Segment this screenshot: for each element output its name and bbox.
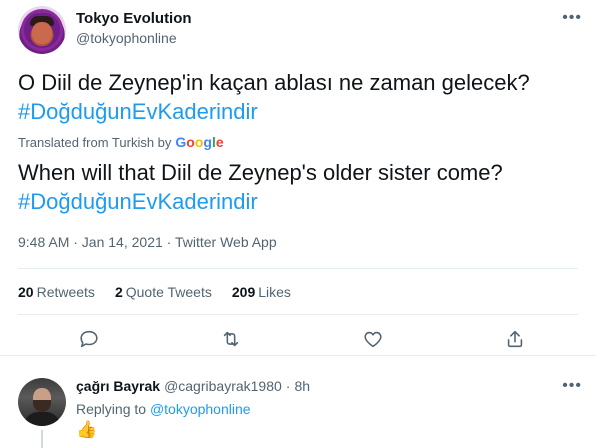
likes-count: 209 bbox=[231, 284, 256, 300]
divider bbox=[18, 268, 578, 269]
avatar-body bbox=[24, 412, 60, 426]
reply-tweet[interactable]: çağrı Bayrak @cagribayrak1980 · 8h ••• R… bbox=[0, 368, 596, 448]
share-icon[interactable] bbox=[504, 328, 528, 352]
replying-label: Replying to bbox=[76, 401, 147, 417]
google-logo: Google bbox=[175, 134, 224, 150]
quotes-stat[interactable]: 2 Quote Tweets bbox=[115, 284, 212, 300]
translated-hashtag-link[interactable]: #DoğduğunEvKaderindir bbox=[18, 187, 578, 216]
quotes-label: Quote Tweets bbox=[125, 284, 212, 300]
translation-attribution: Translated from Turkish by Google bbox=[18, 134, 224, 150]
more-horizontal-icon[interactable]: ••• bbox=[562, 9, 582, 27]
main-tweet: Tokyo Evolution @tokyophonline ••• O Dii… bbox=[0, 0, 596, 356]
retweets-stat[interactable]: 20 Retweets bbox=[18, 284, 95, 300]
author-avatar[interactable] bbox=[18, 6, 66, 54]
reply-timestamp[interactable]: 8h bbox=[294, 378, 310, 394]
thread-line bbox=[41, 430, 43, 448]
reply-separator: · bbox=[285, 378, 291, 394]
replying-mention-link[interactable]: @tokyophonline bbox=[150, 401, 251, 417]
tweet-stats: 20 Retweets 2 Quote Tweets 209 Likes bbox=[18, 284, 291, 300]
avatar-beard bbox=[33, 400, 51, 412]
reply-header: çağrı Bayrak @cagribayrak1980 · 8h bbox=[76, 378, 310, 394]
author-name[interactable]: Tokyo Evolution bbox=[76, 10, 192, 27]
thumbs-up-emoji: 👍 bbox=[76, 420, 98, 439]
reply-author-name[interactable]: çağrı Bayrak bbox=[76, 378, 160, 394]
reply-author-avatar[interactable] bbox=[18, 378, 66, 426]
divider bbox=[0, 355, 596, 356]
tweet-meta[interactable]: 9:48 AM · Jan 14, 2021 · Twitter Web App bbox=[18, 234, 277, 250]
avatar-face bbox=[32, 22, 52, 44]
reply-author-handle[interactable]: @cagribayrak1980 bbox=[164, 378, 282, 394]
reply-icon[interactable] bbox=[78, 328, 102, 352]
likes-label: Likes bbox=[258, 284, 291, 300]
more-horizontal-icon[interactable]: ••• bbox=[562, 377, 582, 395]
tweet-actions bbox=[0, 328, 596, 356]
retweet-icon[interactable] bbox=[220, 328, 244, 352]
translated-from-label: Translated from Turkish by bbox=[18, 134, 172, 150]
tweet-original-text: O Diil de Zeynep'in kaçan ablası ne zama… bbox=[18, 68, 578, 126]
quotes-count: 2 bbox=[114, 284, 123, 300]
retweets-label: Retweets bbox=[36, 284, 95, 300]
original-hashtag-link[interactable]: #DoğduğunEvKaderindir bbox=[18, 97, 578, 126]
replying-to: Replying to @tokyophonline bbox=[76, 401, 251, 417]
retweets-count: 20 bbox=[18, 284, 34, 300]
divider bbox=[18, 314, 578, 315]
likes-stat[interactable]: 209 Likes bbox=[232, 284, 291, 300]
tweet-translated-text: When will that Diil de Zeynep's older si… bbox=[18, 158, 578, 216]
original-sentence: O Diil de Zeynep'in kaçan ablası ne zama… bbox=[18, 70, 530, 95]
author-handle[interactable]: @tokyophonline bbox=[76, 30, 177, 46]
translated-sentence: When will that Diil de Zeynep's older si… bbox=[18, 160, 503, 185]
like-icon[interactable] bbox=[362, 328, 386, 352]
